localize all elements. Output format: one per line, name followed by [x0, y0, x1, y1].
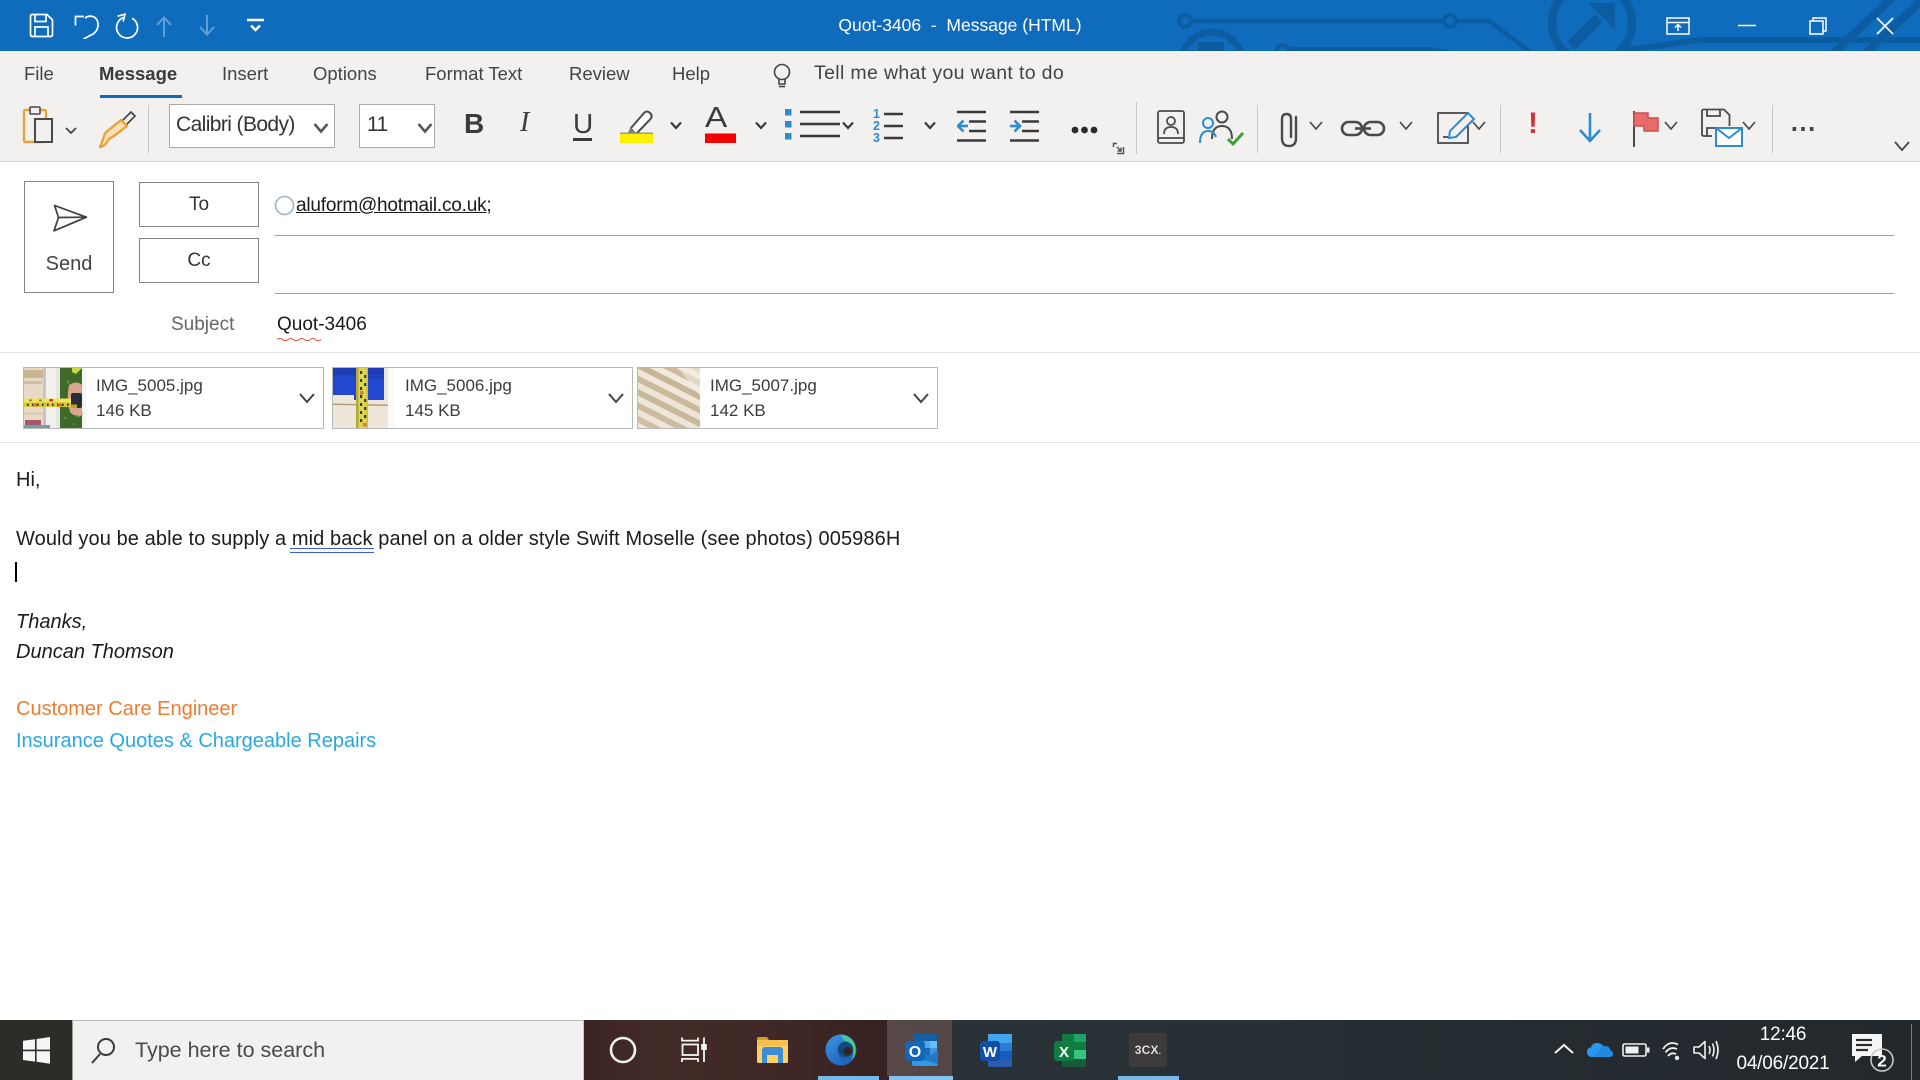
svg-text:3: 3 [873, 131, 880, 145]
svg-text:2: 2 [1877, 1052, 1886, 1071]
svg-text:O: O [909, 1044, 921, 1061]
svg-text:W: W [983, 1044, 998, 1061]
svg-text:X: X [1059, 1044, 1069, 1061]
